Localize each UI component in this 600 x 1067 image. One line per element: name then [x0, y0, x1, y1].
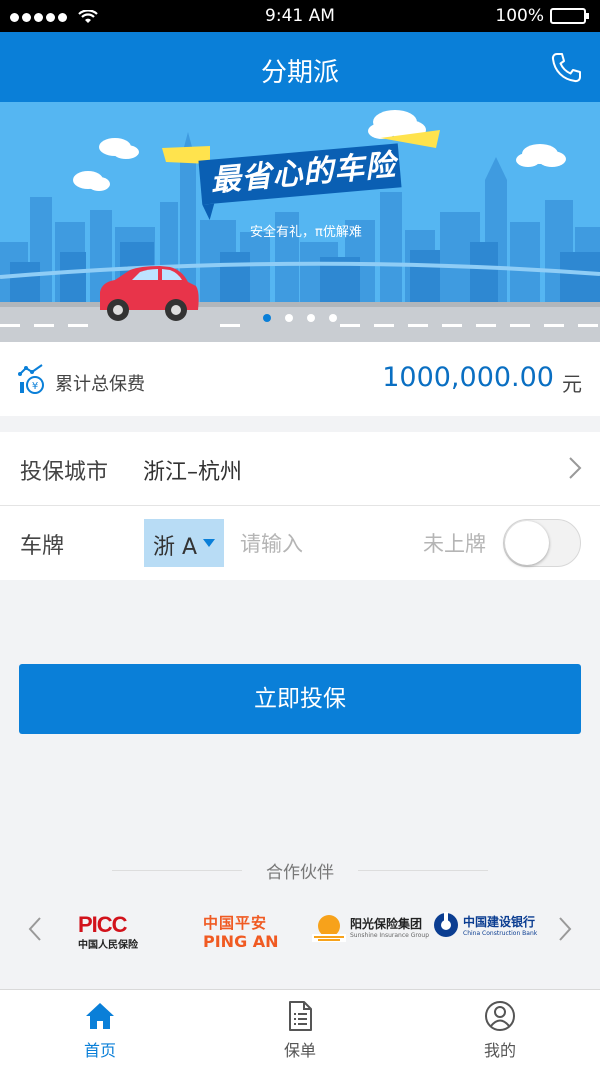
- picc-logo[interactable]: PICC 中国人民保险: [78, 912, 138, 951]
- caret-down-icon: [203, 539, 215, 547]
- plate-prefix-value: 浙 A: [153, 535, 198, 560]
- plate-prefix-select[interactable]: 浙 A: [144, 519, 224, 567]
- tab-mine-label: 我的: [483, 1041, 516, 1060]
- city-value[interactable]: 浙江–杭州: [143, 454, 242, 486]
- tab-bar: 首页 保单 我的: [0, 989, 600, 1067]
- carousel-dot[interactable]: [285, 314, 293, 322]
- carousel-dot-active[interactable]: [263, 314, 271, 322]
- sunshine-logo[interactable]: 阳光保险集团 Sunshine Insurance Group: [312, 912, 429, 942]
- chevron-right-icon[interactable]: [568, 456, 582, 480]
- page-title: 分期派: [260, 58, 339, 88]
- tab-home-label: 首页: [83, 1041, 116, 1060]
- phone-icon[interactable]: [548, 50, 584, 86]
- carousel-dot[interactable]: [329, 314, 337, 322]
- plate-label: 车牌: [20, 534, 65, 559]
- tab-home[interactable]: 首页: [0, 990, 200, 1067]
- plate-number-input[interactable]: 请输入: [240, 528, 303, 558]
- home-icon: [86, 1003, 114, 1029]
- banner-subline: 安全有礼，π优解难: [250, 225, 362, 240]
- tab-mine[interactable]: 我的: [400, 990, 600, 1067]
- carousel-indicator[interactable]: [0, 314, 600, 322]
- ccb-logo[interactable]: 中国建设银行 China Construction Bank: [433, 912, 537, 938]
- total-premium-card: ¥ 累计总保费 1000,000.00 元: [0, 342, 600, 416]
- unregistered-label: 未上牌: [423, 532, 486, 556]
- total-premium-label: 累计总保费: [55, 374, 145, 395]
- insurance-form: 投保城市 浙江–杭州 车牌 浙 A 请输入 未上牌: [0, 432, 600, 580]
- tab-policy[interactable]: 保单: [200, 990, 400, 1067]
- user-icon: [485, 1001, 515, 1031]
- plate-row: 车牌 浙 A 请输入 未上牌: [0, 506, 600, 580]
- chevron-left-icon[interactable]: [28, 916, 42, 942]
- carousel-dot[interactable]: [307, 314, 315, 322]
- nav-bar: 分期派: [0, 32, 600, 102]
- city-row[interactable]: 投保城市 浙江–杭州: [0, 432, 600, 506]
- svg-text:¥: ¥: [32, 381, 38, 392]
- money-chart-icon: ¥: [18, 364, 44, 394]
- ccb-emblem-icon: [434, 912, 458, 937]
- insure-now-button[interactable]: 立即投保: [19, 664, 581, 734]
- total-premium-unit: 元: [562, 372, 582, 396]
- status-bar: 9:41 AM 100%: [0, 0, 600, 32]
- battery-icon: [550, 8, 589, 24]
- unregistered-toggle[interactable]: [503, 519, 581, 567]
- chevron-right-icon[interactable]: [558, 916, 572, 942]
- promo-banner[interactable]: 最省心的车险 安全有礼，π优解难: [0, 102, 600, 342]
- partners-title: 合作伙伴: [0, 858, 600, 883]
- pingan-logo[interactable]: 中国平安 PING AN: [203, 912, 279, 951]
- total-premium-amount: 1000,000.00: [382, 362, 554, 393]
- city-label: 投保城市: [20, 460, 109, 485]
- battery-percent: 100%: [495, 6, 544, 26]
- sun-icon: [312, 915, 346, 942]
- document-icon: [289, 1001, 312, 1031]
- tab-policy-label: 保单: [283, 1041, 316, 1060]
